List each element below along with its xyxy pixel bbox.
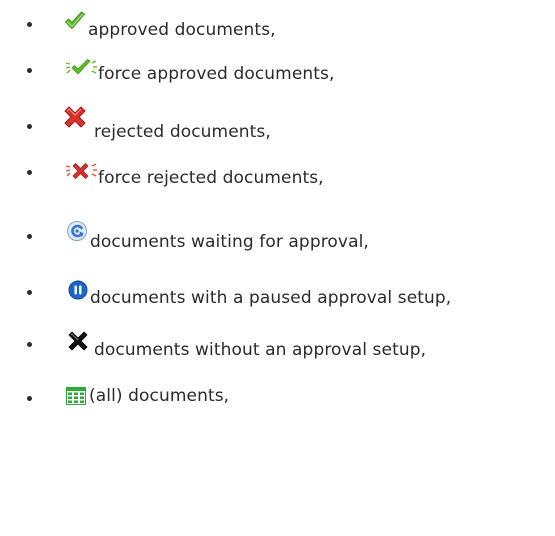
bullet [27,170,32,175]
waiting-approval-icon [67,221,87,241]
list-item-all: (all) documents, [0,376,555,416]
list-item-waiting: documents waiting for approval, [0,210,555,252]
item-label: approved documents, [88,20,276,40]
black-x-icon [68,331,88,351]
item-label: rejected documents, [94,122,271,142]
item-label: documents waiting for approval, [90,232,369,252]
bullet [27,124,32,129]
bullet [27,22,32,27]
spreadsheet-icon [66,387,86,405]
green-check-icon [65,11,85,29]
paused-icon [68,280,88,300]
force-approved-check-icon [65,59,97,75]
bullet [27,234,32,239]
item-label: documents with a paused approval setup, [90,288,452,308]
list-item-force-approved: force approved documents, [0,56,555,96]
bullet [27,396,32,401]
red-x-icon [64,106,86,128]
bullet [27,68,32,73]
list-item-approved: approved documents, [0,10,555,50]
bullet [27,342,32,347]
list-item-no-setup: documents without an approval setup, [0,320,555,360]
item-label: force rejected documents, [98,168,324,188]
list-item-force-rejected: force rejected documents, [0,158,555,198]
item-label: (all) documents, [89,386,230,406]
list-item-rejected: rejected documents, [0,100,555,142]
list-item-paused: documents with a paused approval setup, [0,264,555,308]
force-rejected-x-icon [65,163,97,179]
item-label: force approved documents, [98,64,335,84]
bullet [27,290,32,295]
item-label: documents without an approval setup, [94,340,427,360]
